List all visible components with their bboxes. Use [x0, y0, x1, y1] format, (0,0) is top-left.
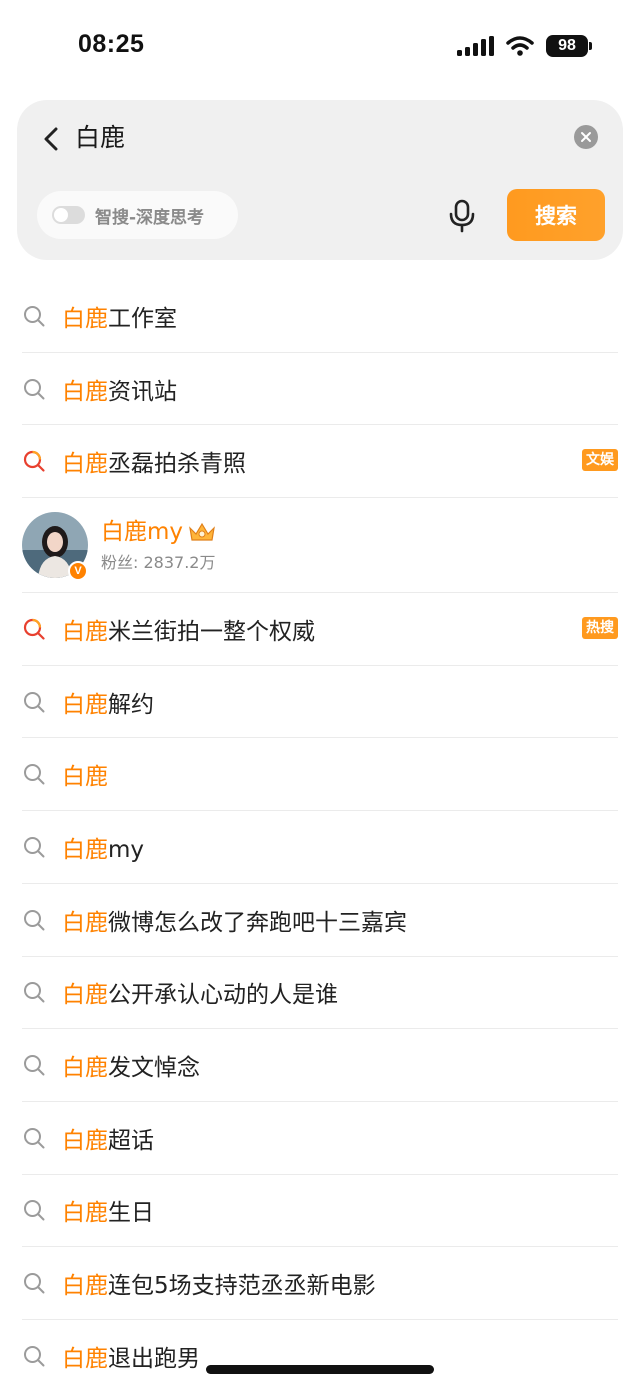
- suggestion-row[interactable]: 白鹿: [22, 738, 618, 812]
- suggestion-row[interactable]: 白鹿公开承认心动的人是谁: [22, 957, 618, 1030]
- suggestion-row[interactable]: 白鹿生日: [22, 1175, 618, 1248]
- suggestion-row[interactable]: 白鹿丞磊拍杀青照 文娱: [22, 425, 618, 499]
- search-icon: [24, 305, 45, 327]
- suggestion-text: 白鹿米兰街拍一整个权威: [62, 612, 315, 646]
- suggestion-rest: 丞磊拍杀青照: [108, 451, 246, 478]
- suggestion-text: 白鹿my: [62, 830, 144, 864]
- suggestion-highlight: 白鹿: [62, 1200, 108, 1227]
- suggestion-highlight: 白鹿: [62, 305, 108, 332]
- suggestion-rest: 解约: [108, 691, 154, 718]
- suggestion-text: 白鹿工作室: [62, 299, 177, 333]
- search-icon: [24, 1055, 45, 1076]
- suggestion-row[interactable]: 白鹿超话: [22, 1102, 618, 1175]
- suggestion-list: 白鹿工作室 白鹿资讯站 白鹿丞磊拍杀青照 文娱 V 白鹿my 粉丝: 2837.2万 …: [22, 280, 618, 1387]
- search-icon: [24, 378, 45, 400]
- suggestion-highlight: 白鹿: [62, 1127, 108, 1154]
- search-button[interactable]: 搜索: [507, 189, 605, 241]
- wifi-icon: [506, 36, 534, 56]
- hot-search-icon: [23, 451, 45, 472]
- suggestion-highlight: 白鹿: [62, 618, 108, 645]
- ai-toggle-label: 智搜-深度思考: [95, 207, 205, 228]
- suggestion-text: 白鹿连包5场支持范丞丞新电影: [62, 1266, 376, 1300]
- suggestion-row[interactable]: 白鹿发文悼念: [22, 1029, 618, 1102]
- suggestion-tag: 热搜: [582, 617, 618, 640]
- suggestion-text: 白鹿: [62, 757, 108, 791]
- search-icon: [24, 764, 45, 785]
- suggestion-rest: 连包5场支持范丞丞新电影: [108, 1273, 376, 1300]
- user-fans-count: 粉丝: 2837.2万: [101, 553, 216, 573]
- suggestion-row[interactable]: 白鹿解约: [22, 666, 618, 739]
- suggestion-highlight: 白鹿: [62, 378, 108, 405]
- home-indicator[interactable]: [206, 1365, 434, 1374]
- suggestion-rest: 退出跑男: [108, 1345, 200, 1372]
- suggestion-text: 白鹿资讯站: [62, 372, 177, 406]
- suggestion-text: 白鹿超话: [62, 1121, 154, 1155]
- toggle-switch[interactable]: [52, 206, 85, 224]
- suggestion-highlight: 白鹿: [62, 1345, 108, 1372]
- suggestion-highlight: 白鹿: [62, 909, 108, 936]
- clear-icon[interactable]: [574, 125, 598, 149]
- suggestion-text: 白鹿退出跑男: [62, 1339, 200, 1373]
- verified-badge: V: [68, 561, 88, 582]
- suggestion-highlight: 白鹿: [62, 451, 108, 478]
- suggestion-tag: 文娱: [582, 449, 618, 472]
- search-icon: [24, 982, 45, 1003]
- suggestion-rest: 工作室: [108, 305, 177, 332]
- suggestion-text: 白鹿公开承认心动的人是谁: [62, 975, 338, 1009]
- microphone-icon[interactable]: [447, 199, 477, 233]
- suggestion-row[interactable]: 白鹿工作室: [22, 280, 618, 353]
- search-card: 白鹿 智搜-深度思考 搜索: [17, 100, 623, 260]
- suggestion-rest: 超话: [108, 1127, 154, 1154]
- suggestion-row[interactable]: 白鹿my: [22, 811, 618, 884]
- search-icon: [24, 1127, 45, 1149]
- suggestion-row[interactable]: 白鹿资讯站: [22, 353, 618, 426]
- suggestion-highlight: 白鹿: [62, 691, 108, 718]
- suggestion-highlight: 白鹿: [62, 982, 108, 1009]
- suggestion-rest: 米兰街拍一整个权威: [108, 618, 315, 645]
- status-icons: 98: [457, 35, 592, 57]
- suggestion-text: 白鹿生日: [62, 1193, 154, 1227]
- suggestion-row[interactable]: 白鹿微博怎么改了奔跑吧十三嘉宾: [22, 884, 618, 957]
- suggestion-rest: my: [108, 836, 145, 863]
- user-name: 白鹿my: [101, 517, 217, 547]
- battery-indicator: 98: [546, 35, 592, 57]
- suggestion-row[interactable]: 白鹿退出跑男: [22, 1320, 618, 1387]
- suggestion-row[interactable]: 白鹿连包5场支持范丞丞新电影: [22, 1247, 618, 1320]
- back-arrow-icon[interactable]: [39, 124, 67, 154]
- suggestion-highlight: 白鹿: [62, 764, 108, 791]
- search-input[interactable]: 白鹿: [75, 120, 125, 156]
- search-icon: [24, 909, 45, 931]
- suggestion-rest: 资讯站: [108, 378, 177, 405]
- suggestion-highlight: 白鹿: [62, 1273, 108, 1300]
- search-icon: [24, 836, 45, 858]
- suggestion-text: 白鹿解约: [62, 685, 154, 719]
- hot-search-icon: [23, 618, 45, 640]
- suggestion-text: 白鹿丞磊拍杀青照: [62, 444, 246, 478]
- suggestion-highlight: 白鹿: [62, 1055, 108, 1082]
- suggestion-rest: 生日: [108, 1200, 154, 1227]
- suggestion-text: 白鹿发文悼念: [62, 1048, 200, 1082]
- search-icon: [24, 1200, 45, 1221]
- search-icon: [24, 1273, 45, 1294]
- cellular-signal-icon: [457, 36, 494, 56]
- ai-deep-think-toggle[interactable]: 智搜-深度思考: [37, 191, 238, 239]
- status-bar: 08:25 98: [0, 0, 640, 95]
- suggestion-text: 白鹿微博怎么改了奔跑吧十三嘉宾: [62, 903, 407, 937]
- search-icon: [24, 1345, 45, 1367]
- suggestion-highlight: 白鹿: [62, 836, 108, 863]
- crown-icon: [189, 522, 215, 541]
- suggestion-rest: 发文悼念: [108, 1055, 200, 1082]
- suggestion-rest: 微博怎么改了奔跑吧十三嘉宾: [108, 909, 407, 936]
- status-time: 08:25: [78, 30, 145, 58]
- user-info: 白鹿my 粉丝: 2837.2万: [101, 517, 217, 573]
- suggestion-rest: 公开承认心动的人是谁: [108, 982, 338, 1009]
- user-suggestion[interactable]: V 白鹿my 粉丝: 2837.2万: [22, 498, 618, 594]
- suggestion-row[interactable]: 白鹿米兰街拍一整个权威 热搜: [22, 593, 618, 666]
- user-name-text: 白鹿my: [101, 519, 184, 546]
- search-icon: [24, 691, 45, 713]
